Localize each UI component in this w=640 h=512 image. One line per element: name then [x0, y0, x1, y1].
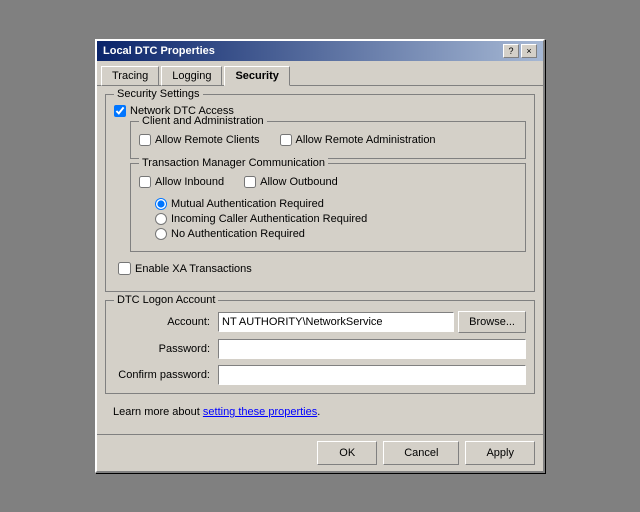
enable-xa-label: Enable XA Transactions — [135, 263, 252, 275]
allow-inbound-label: Allow Inbound — [155, 176, 224, 188]
window-title: Local DTC Properties — [103, 45, 215, 57]
confirm-password-label: Confirm password: — [114, 369, 214, 381]
logon-account-title: DTC Logon Account — [114, 294, 218, 306]
allow-remote-admin-row: Allow Remote Administration — [280, 134, 436, 146]
tab-content: Security Settings Network DTC Access Cli… — [97, 86, 543, 434]
confirm-password-row: Confirm password: — [114, 365, 526, 385]
close-button[interactable]: × — [521, 44, 537, 58]
client-admin-group: Client and Administration Allow Remote C… — [130, 121, 526, 159]
no-auth-row: No Authentication Required — [155, 228, 517, 240]
cancel-button[interactable]: Cancel — [383, 441, 459, 465]
account-input[interactable] — [218, 312, 454, 332]
main-window: Local DTC Properties ? × Tracing Logging… — [95, 39, 545, 473]
security-settings-title: Security Settings — [114, 88, 203, 100]
logon-account-group: DTC Logon Account Account: Browse... Pas… — [105, 300, 535, 394]
learn-more-section: Learn more about setting these propertie… — [105, 402, 535, 422]
no-auth-radio[interactable] — [155, 228, 167, 240]
account-label: Account: — [114, 316, 214, 328]
incoming-caller-radio[interactable] — [155, 213, 167, 225]
password-row: Password: — [114, 339, 526, 359]
mutual-auth-radio[interactable] — [155, 198, 167, 210]
enable-xa-row: Enable XA Transactions — [114, 262, 526, 275]
mutual-auth-row: Mutual Authentication Required — [155, 198, 517, 210]
learn-more-link[interactable]: setting these properties — [203, 406, 317, 418]
footer: OK Cancel Apply — [97, 434, 543, 471]
tab-security[interactable]: Security — [224, 66, 289, 86]
learn-more-suffix: . — [317, 406, 320, 418]
apply-button[interactable]: Apply — [465, 441, 535, 465]
mutual-auth-label: Mutual Authentication Required — [171, 198, 324, 210]
tab-logging[interactable]: Logging — [161, 66, 222, 86]
allow-outbound-label: Allow Outbound — [260, 176, 338, 188]
allow-remote-admin-label: Allow Remote Administration — [296, 134, 436, 146]
ok-button[interactable]: OK — [317, 441, 377, 465]
title-bar-controls: ? × — [503, 44, 537, 58]
allow-inbound-row: Allow Inbound — [139, 176, 224, 188]
allow-remote-clients-label: Allow Remote Clients — [155, 134, 260, 146]
allow-outbound-checkbox[interactable] — [244, 176, 256, 188]
allow-remote-clients-row: Allow Remote Clients — [139, 134, 260, 146]
password-input[interactable] — [218, 339, 526, 359]
help-button[interactable]: ? — [503, 44, 519, 58]
title-bar: Local DTC Properties ? × — [97, 41, 543, 61]
password-label: Password: — [114, 343, 214, 355]
allow-outbound-row: Allow Outbound — [244, 176, 338, 188]
security-settings-group: Security Settings Network DTC Access Cli… — [105, 94, 535, 292]
browse-button[interactable]: Browse... — [458, 311, 526, 333]
allow-remote-clients-checkbox[interactable] — [139, 134, 151, 146]
incoming-caller-label: Incoming Caller Authentication Required — [171, 213, 367, 225]
enable-xa-checkbox[interactable] — [118, 262, 131, 275]
auth-radio-group: Mutual Authentication Required Incoming … — [155, 198, 517, 240]
allow-inbound-checkbox[interactable] — [139, 176, 151, 188]
tabs-bar: Tracing Logging Security — [97, 61, 543, 86]
incoming-caller-row: Incoming Caller Authentication Required — [155, 213, 517, 225]
transaction-manager-group: Transaction Manager Communication Allow … — [130, 163, 526, 252]
transaction-manager-title: Transaction Manager Communication — [139, 157, 328, 169]
confirm-password-input[interactable] — [218, 365, 526, 385]
allow-remote-admin-checkbox[interactable] — [280, 134, 292, 146]
client-admin-title: Client and Administration — [139, 115, 267, 127]
tab-tracing[interactable]: Tracing — [101, 66, 159, 86]
no-auth-label: No Authentication Required — [171, 228, 305, 240]
network-dtc-access-checkbox[interactable] — [114, 105, 126, 117]
account-row: Account: Browse... — [114, 311, 526, 333]
learn-more-prefix: Learn more about — [113, 406, 203, 418]
